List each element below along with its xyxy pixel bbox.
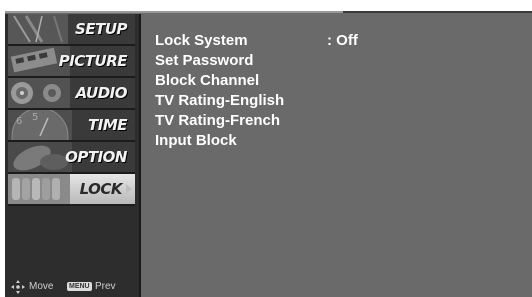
svg-text:5: 5 <box>32 112 38 123</box>
lock-options: Lock System : Off Set Password Block Cha… <box>155 31 525 151</box>
move-hint: Move <box>29 281 54 292</box>
move-icon <box>11 280 25 294</box>
sidebar-item-label: AUDIO <box>75 84 128 102</box>
sidebar-item-option[interactable]: OPTION <box>8 142 135 174</box>
top-border-dark <box>343 11 532 13</box>
category-sidebar: SETUP PICTURE AUDIO 6 5 TIME OPTION LOCK… <box>5 14 141 297</box>
option-label: TV Rating-French <box>155 112 281 129</box>
sidebar-item-label: TIME <box>88 116 128 134</box>
sidebar-item-setup[interactable]: SETUP <box>8 14 135 46</box>
option-tv-rating-english[interactable]: TV Rating-English <box>155 91 525 111</box>
option-tv-rating-french[interactable]: TV Rating-French <box>155 111 525 131</box>
option-block-channel[interactable]: Block Channel <box>155 71 525 91</box>
sidebar-item-label: PICTURE <box>58 52 128 70</box>
osd-menu: SETUP PICTURE AUDIO 6 5 TIME OPTION LOCK… <box>5 11 532 297</box>
menu-key-icon: MENU <box>67 282 92 291</box>
sidebar-item-audio[interactable]: AUDIO <box>8 78 135 110</box>
option-label: Set Password <box>155 52 254 69</box>
option-label: TV Rating-English <box>155 92 285 109</box>
prev-hint: Prev <box>95 281 116 292</box>
sidebar-item-label: LOCK <box>79 180 123 198</box>
option-label: Block Channel <box>155 72 260 89</box>
sidebar-item-picture[interactable]: PICTURE <box>8 46 135 78</box>
lock-system-value: : Off <box>327 32 358 49</box>
option-lock-system[interactable]: Lock System : Off <box>155 31 525 51</box>
option-label: Input Block <box>155 132 237 149</box>
chevron-right-icon <box>126 184 132 194</box>
menu-footer: Move MENU Prev <box>11 280 135 294</box>
option-label: Lock System <box>155 32 248 49</box>
option-input-block[interactable]: Input Block <box>155 131 525 151</box>
sidebar-item-label: OPTION <box>65 148 127 166</box>
svg-text:6: 6 <box>16 116 22 127</box>
tv-screen: SETUP PICTURE AUDIO 6 5 TIME OPTION LOCK… <box>0 0 532 297</box>
sidebar-item-label: SETUP <box>75 20 127 38</box>
sidebar-item-lock[interactable]: LOCK <box>8 174 135 206</box>
option-set-password[interactable]: Set Password <box>155 51 525 71</box>
sidebar-item-time[interactable]: 6 5 TIME <box>8 110 135 142</box>
